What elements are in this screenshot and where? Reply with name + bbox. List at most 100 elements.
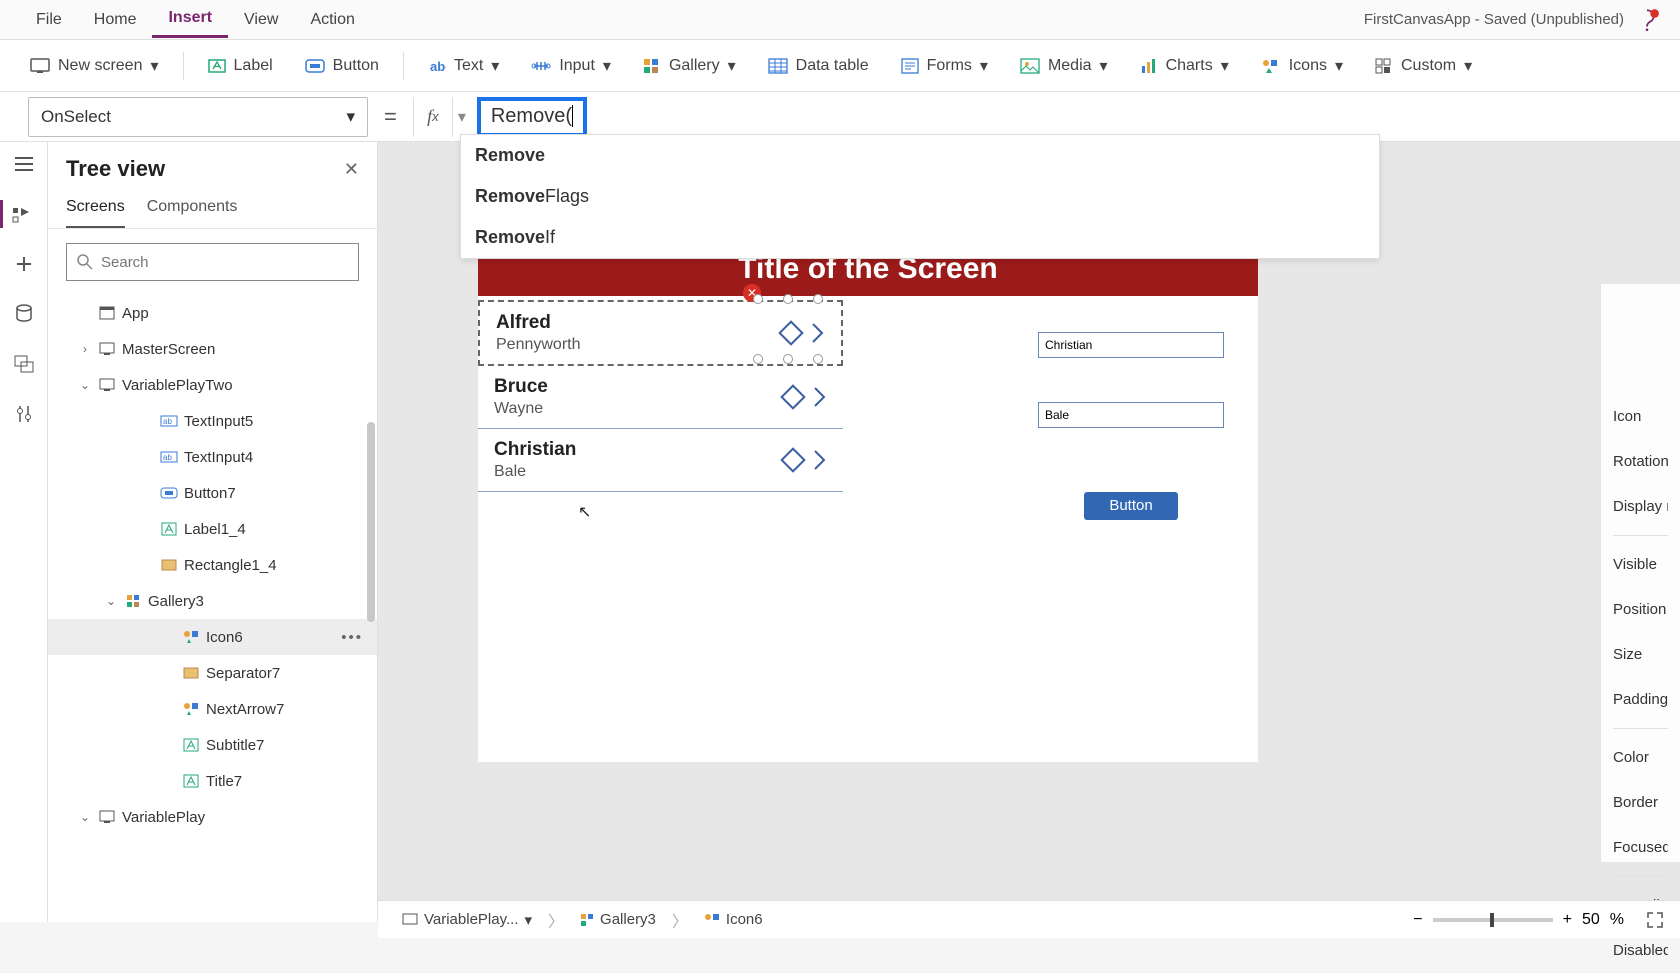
- property-position[interactable]: Position: [1613, 587, 1668, 632]
- zoom-in-button[interactable]: +: [1563, 911, 1572, 929]
- expand-chevron-icon[interactable]: ⌄: [78, 378, 92, 392]
- property-padding[interactable]: Padding: [1613, 677, 1668, 722]
- tree-item-label1_4[interactable]: Label1_4: [48, 511, 377, 547]
- gallery-row[interactable]: Christian Bale: [478, 429, 843, 492]
- insert-datatable-button[interactable]: Data table: [756, 51, 881, 81]
- autocomplete-item[interactable]: Remove: [461, 135, 1379, 176]
- tree-item-title7[interactable]: Title7: [48, 763, 377, 799]
- screen-canvas[interactable]: Title of the Screen Alfred Pennyworth ✕: [478, 242, 1258, 762]
- gallery-title: Bruce: [494, 376, 779, 398]
- tree-item-button7[interactable]: Button7: [48, 475, 377, 511]
- chevron-down-icon: ▾: [491, 56, 499, 76]
- scrollbar-thumb[interactable]: [367, 422, 375, 622]
- tree-item-subtitle7[interactable]: Subtitle7: [48, 727, 377, 763]
- app-title: FirstCanvasApp - Saved (Unpublished): [1364, 11, 1634, 28]
- zoom-unit: %: [1610, 911, 1624, 929]
- selection-handles[interactable]: ✕: [753, 294, 823, 364]
- property-rotation[interactable]: Rotation: [1613, 439, 1668, 484]
- insert-gallery-menu[interactable]: Gallery ▾: [631, 50, 748, 82]
- breadcrumb-item[interactable]: Icon6: [696, 911, 771, 928]
- insert-forms-menu[interactable]: Forms ▾: [889, 50, 1000, 82]
- tree-item-masterscreen[interactable]: ›MasterScreen: [48, 331, 377, 367]
- insert-media-menu[interactable]: Media ▾: [1008, 50, 1120, 82]
- property-visible[interactable]: Visible: [1613, 542, 1668, 587]
- breadcrumb-label: VariablePlay...: [424, 911, 519, 928]
- zoom-slider[interactable]: [1433, 918, 1553, 922]
- data-rail-button[interactable]: [10, 300, 38, 328]
- help-icon[interactable]: [1634, 7, 1660, 33]
- tab-screens[interactable]: Screens: [66, 198, 125, 228]
- hamburger-icon[interactable]: [10, 150, 38, 178]
- tree-item-gallery3[interactable]: ⌄Gallery3: [48, 583, 377, 619]
- property-focused-border[interactable]: Focused border: [1613, 825, 1668, 870]
- insert-label-button[interactable]: Label: [196, 51, 285, 81]
- formula-text: Remove(: [477, 97, 587, 137]
- menu-home[interactable]: Home: [78, 3, 153, 37]
- insert-ribbon: New screen ▾ Label Button abc Text ▾ Inp…: [0, 40, 1680, 92]
- chevron-down-icon: ▾: [1221, 56, 1229, 76]
- property-icon[interactable]: Icon: [1613, 394, 1668, 439]
- tree-item-rectangle1_4[interactable]: Rectangle1_4: [48, 547, 377, 583]
- tree-view-rail-button[interactable]: [0, 200, 48, 228]
- edit-icon[interactable]: [779, 383, 807, 411]
- tab-components[interactable]: Components: [147, 198, 238, 228]
- gallery-control[interactable]: Alfred Pennyworth ✕ Bruce: [478, 300, 843, 492]
- tree-search[interactable]: [66, 243, 359, 281]
- insert-icons-menu[interactable]: Icons ▾: [1249, 50, 1355, 82]
- expand-chevron-icon[interactable]: ⌄: [104, 594, 118, 608]
- autocomplete-item[interactable]: RemoveFlags: [461, 176, 1379, 217]
- submit-button[interactable]: Button: [1084, 492, 1178, 520]
- property-border[interactable]: Border: [1613, 780, 1668, 825]
- tree-search-input[interactable]: [101, 254, 348, 271]
- rect-icon: [160, 556, 178, 574]
- text-input-last[interactable]: [1038, 402, 1224, 428]
- edit-icon[interactable]: [779, 446, 807, 474]
- fx-expand-chevron[interactable]: ▾: [453, 107, 471, 127]
- insert-icons-label: Icons: [1289, 57, 1327, 75]
- expand-chevron-icon[interactable]: ⌄: [78, 810, 92, 824]
- new-screen-button[interactable]: New screen ▾: [18, 50, 171, 82]
- breadcrumb-item[interactable]: Gallery3: [572, 911, 664, 928]
- more-options-icon[interactable]: •••: [341, 629, 363, 646]
- menu-view[interactable]: View: [228, 3, 294, 37]
- tree-item-variableplaytwo[interactable]: ⌄VariablePlayTwo: [48, 367, 377, 403]
- insert-input-menu[interactable]: Input ▾: [519, 50, 623, 82]
- insert-button-button[interactable]: Button: [293, 51, 391, 81]
- zoom-out-button[interactable]: −: [1413, 911, 1422, 929]
- insert-charts-menu[interactable]: Charts ▾: [1128, 50, 1241, 82]
- gallery-row[interactable]: Alfred Pennyworth ✕: [478, 300, 843, 366]
- tree-item-variableplay[interactable]: ⌄VariablePlay: [48, 799, 377, 835]
- close-icon[interactable]: ✕: [344, 159, 359, 180]
- gallery-row[interactable]: Bruce Wayne: [478, 366, 843, 429]
- menu-action[interactable]: Action: [294, 3, 370, 37]
- label-icon: [208, 58, 226, 74]
- property-selector[interactable]: OnSelect ▾: [28, 97, 368, 137]
- tree-item-nextarrow7[interactable]: NextArrow7: [48, 691, 377, 727]
- next-arrow-icon[interactable]: [813, 386, 827, 408]
- expand-chevron-icon[interactable]: ›: [78, 342, 92, 356]
- menu-insert[interactable]: Insert: [152, 1, 228, 38]
- insert-custom-menu[interactable]: Custom ▾: [1363, 50, 1484, 82]
- advanced-rail-button[interactable]: [10, 400, 38, 428]
- next-arrow-icon[interactable]: [813, 449, 827, 471]
- formula-input[interactable]: Remove(: [471, 97, 1680, 137]
- media-rail-button[interactable]: [10, 350, 38, 378]
- autocomplete-item[interactable]: RemoveIf: [461, 217, 1379, 258]
- menu-file[interactable]: File: [20, 3, 78, 37]
- tree-item-label: Title7: [206, 773, 242, 790]
- tree-item-textinput5[interactable]: abTextInput5: [48, 403, 377, 439]
- tree-item-textinput4[interactable]: abTextInput4: [48, 439, 377, 475]
- fit-to-window-icon[interactable]: [1646, 911, 1664, 929]
- tree-item-icon6[interactable]: Icon6•••: [48, 619, 377, 655]
- property-size[interactable]: Size: [1613, 632, 1668, 677]
- tree-item-app[interactable]: App: [48, 295, 377, 331]
- property-display-mode[interactable]: Display mode: [1613, 484, 1668, 529]
- breadcrumb-item[interactable]: VariablePlay... ▾: [394, 911, 540, 929]
- insert-text-menu[interactable]: abc Text ▾: [416, 50, 511, 82]
- fx-button[interactable]: fx: [413, 97, 453, 137]
- property-color[interactable]: Color: [1613, 735, 1668, 780]
- tree-item-label: Separator7: [206, 665, 280, 682]
- add-rail-button[interactable]: [10, 250, 38, 278]
- text-input-first[interactable]: [1038, 332, 1224, 358]
- tree-item-separator7[interactable]: Separator7: [48, 655, 377, 691]
